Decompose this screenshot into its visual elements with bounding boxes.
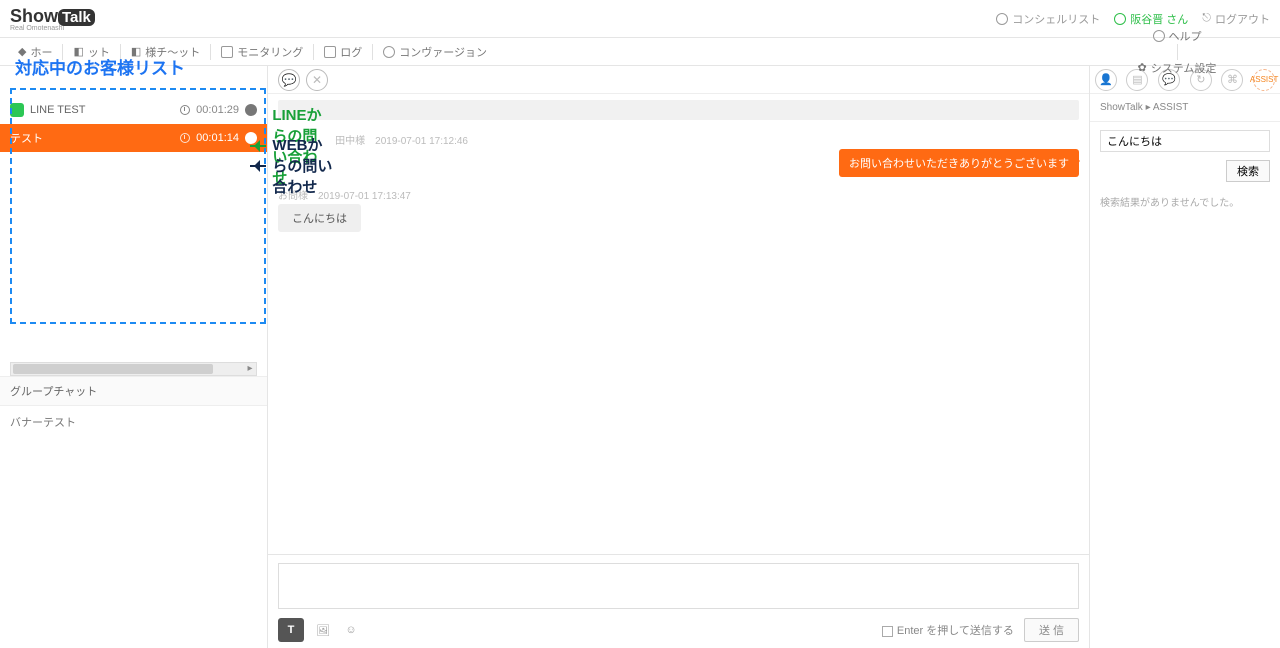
system-settings-label: システム設定	[1151, 60, 1217, 76]
tab-bar-right: ヘルプ ✿ システム設定	[1082, 28, 1272, 76]
tab-separator	[1177, 44, 1178, 60]
list-icon	[996, 13, 1008, 25]
compose-area: T 🖼 ☺ Enter を押して送信する 送 信	[268, 554, 1089, 648]
logout-icon: ⎋	[1202, 12, 1211, 25]
close-chat-button[interactable]: ✕	[306, 69, 328, 91]
text-format-button[interactable]: T	[278, 618, 304, 642]
assist-search-button[interactable]: 検索	[1226, 160, 1270, 182]
enter-hint-label: Enter を押して送信する	[897, 625, 1014, 637]
close-icon: ✕	[312, 73, 322, 87]
message-bubble-operator: お問い合わせいただきありがとうございます	[839, 149, 1079, 177]
status-icon	[1114, 13, 1126, 25]
chat-toolbar: 💬 ✕	[268, 66, 1089, 94]
group-chat-header[interactable]: グループチャット	[0, 376, 267, 406]
logo-main: Show	[10, 6, 58, 26]
message-row-operator: お問い合わせいただきありがとうございます	[278, 149, 1079, 177]
tab-conversion[interactable]: コンヴァージョン	[373, 38, 497, 65]
customer-name: LINE TEST	[30, 104, 85, 116]
assist-title: ShowTalk ▸ ASSIST	[1090, 94, 1280, 122]
system-settings-link[interactable]: ✿ システム設定	[1128, 60, 1227, 76]
concierge-list-label: コンシェルリスト	[1012, 11, 1100, 27]
enter-send-toggle[interactable]: Enter を押して送信する	[882, 622, 1014, 638]
reply-icon: 💬	[282, 73, 297, 87]
scrollbar-thumb[interactable]	[13, 364, 213, 374]
clock-icon	[180, 133, 190, 143]
user-label: 阪谷晋 さん	[1130, 11, 1188, 27]
logo: ShowTalk Real Omotenashi	[10, 6, 95, 32]
assist-search-wrap	[1090, 122, 1280, 160]
tab-conversion-label: コンヴァージョン	[399, 44, 487, 60]
compose-toolbar: T 🖼 ☺ Enter を押して送信する 送 信	[278, 618, 1079, 642]
left-sidebar: LINE TEST 00:01:29 テスト 00:01:14 LINEからの問…	[0, 66, 268, 648]
clock-icon	[180, 105, 190, 115]
customer-name: テスト	[10, 130, 43, 146]
help-label: ヘルプ	[1169, 28, 1202, 44]
assist-search-label: 検索	[1237, 166, 1259, 178]
emoji-button[interactable]: ☺	[342, 621, 360, 639]
conversion-icon	[383, 46, 395, 58]
tab-log-label: ログ	[340, 44, 362, 60]
customer-list: LINE TEST 00:01:29 テスト 00:01:14	[0, 96, 267, 152]
annotation-web: WEBからの問い合わせ	[250, 134, 333, 197]
assist-search-input[interactable]	[1100, 130, 1270, 152]
assist-search-row: 検索	[1090, 160, 1280, 188]
message-bubble-customer: こんにちは	[278, 204, 361, 232]
chat-header-plate	[278, 100, 1079, 120]
horizontal-scrollbar[interactable]: ▸	[10, 362, 257, 376]
customer-item-line[interactable]: LINE TEST 00:01:29	[0, 96, 267, 124]
assist-panel: 👤 ▤ 💬 ↻ ⌘ ASSIST ShowTalk ▸ ASSIST 検索 検索…	[1090, 66, 1280, 648]
logo-talk: Talk	[58, 9, 95, 26]
line-icon	[10, 103, 24, 117]
checkbox-icon	[882, 626, 893, 637]
message-input[interactable]	[278, 563, 1079, 609]
message-meta-customer: お問様 2019-07-01 17:13:47	[278, 187, 1079, 202]
annotation-web-label: WEBからの問い合わせ	[272, 134, 333, 197]
message-row-customer: こんにちは	[278, 204, 1079, 232]
help-icon	[1153, 30, 1165, 42]
top-right-menu: コンシェルリスト 阪谷晋 さん ⎋ ログアウト	[996, 11, 1270, 27]
reply-button[interactable]: 💬	[278, 69, 300, 91]
tab-bar: ◆ホー ◧ット ◧様チ～ット モニタリング ログ コンヴァージョン ヘルプ ✿シ…	[0, 38, 1280, 66]
send-label: 送 信	[1039, 625, 1064, 637]
send-button[interactable]: 送 信	[1024, 618, 1079, 642]
customer-item-web[interactable]: テスト 00:01:14	[0, 124, 267, 152]
chat-panel: 💬 ✕ 田中様 2019-07-01 17:12:46 お問い合わせいただきあり…	[268, 66, 1090, 648]
logout-label: ログアウト	[1215, 11, 1270, 27]
customer-time: 00:01:29	[196, 104, 239, 116]
customer-time: 00:01:14	[196, 132, 239, 144]
log-icon	[324, 46, 336, 58]
annotation-heading: 対応中のお客様リスト	[15, 54, 185, 79]
image-attach-button[interactable]: 🖼	[314, 621, 332, 639]
scroll-right-icon[interactable]: ▸	[244, 363, 256, 375]
gear-icon: ✿	[1138, 61, 1147, 74]
logout-link[interactable]: ⎋ ログアウト	[1202, 11, 1270, 27]
chat-messages[interactable]: 田中様 2019-07-01 17:12:46 お問い合わせいただきありがとうご…	[268, 120, 1089, 554]
assist-empty-message: 検索結果がありませんでした。	[1090, 188, 1280, 215]
tab-monitoring-label: モニタリング	[237, 44, 303, 60]
concierge-list-link[interactable]: コンシェルリスト	[996, 11, 1100, 27]
tab-monitoring[interactable]: モニタリング	[211, 38, 313, 65]
tab-log[interactable]: ログ	[314, 38, 372, 65]
main-columns: LINE TEST 00:01:29 テスト 00:01:14 LINEからの問…	[0, 66, 1280, 648]
arrow-left-icon	[250, 165, 266, 167]
banner-test-item[interactable]: バナーテスト	[0, 406, 267, 438]
help-link[interactable]: ヘルプ	[1143, 28, 1212, 44]
user-status[interactable]: 阪谷晋 さん	[1114, 11, 1188, 27]
monitoring-icon	[221, 46, 233, 58]
